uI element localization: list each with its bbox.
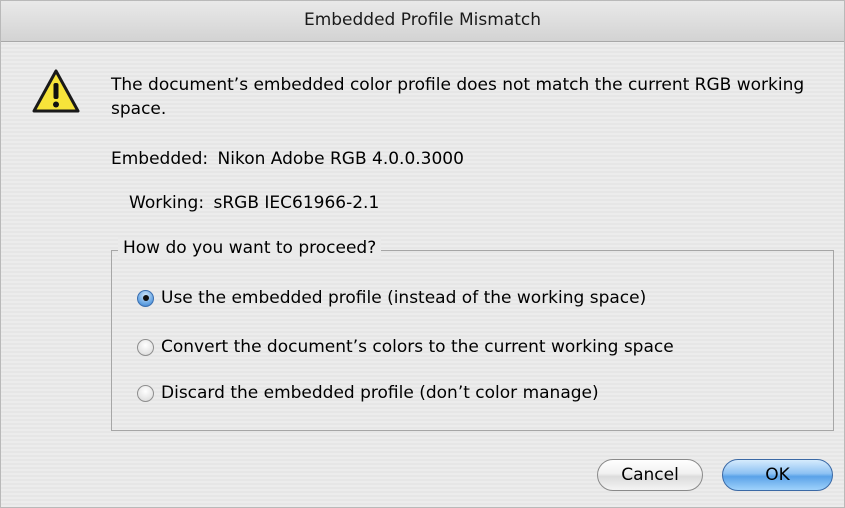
working-value: sRGB IEC61966-2.1	[213, 193, 380, 213]
embedded-value: Nikon Adobe RGB 4.0.0.3000	[217, 149, 464, 169]
working-space-row: Working: sRGB IEC61966-2.1	[129, 192, 379, 214]
radio-button-selected[interactable]	[137, 289, 154, 307]
radio-label[interactable]: Convert the document’s colors to the cur…	[161, 337, 674, 357]
embedded-profile-row: Embedded: Nikon Adobe RGB 4.0.0.3000	[111, 148, 464, 170]
warning-icon	[32, 69, 80, 113]
radio-button[interactable]	[137, 384, 154, 402]
ok-button[interactable]: OK	[722, 459, 833, 491]
mismatch-message: The document’s embedded color profile do…	[111, 75, 805, 119]
radio-option-discard[interactable]: Discard the embedded profile (don’t colo…	[137, 381, 599, 405]
radio-option-convert[interactable]: Convert the document’s colors to the cur…	[137, 335, 674, 359]
embedded-label: Embedded:	[111, 149, 209, 169]
window-title: Embedded Profile Mismatch	[303, 10, 542, 30]
radio-label[interactable]: Discard the embedded profile (don’t colo…	[161, 383, 599, 403]
proceed-legend: How do you want to proceed?	[118, 237, 382, 259]
title-bar[interactable]: Embedded Profile Mismatch	[1, 1, 844, 42]
dialog-window: Embedded Profile Mismatch The document’s…	[0, 0, 845, 508]
working-label: Working:	[129, 193, 205, 213]
radio-button[interactable]	[137, 338, 154, 356]
radio-option-use-embedded[interactable]: Use the embedded profile (instead of the…	[137, 286, 646, 310]
cancel-button[interactable]: Cancel	[597, 459, 703, 491]
radio-label[interactable]: Use the embedded profile (instead of the…	[161, 288, 646, 308]
